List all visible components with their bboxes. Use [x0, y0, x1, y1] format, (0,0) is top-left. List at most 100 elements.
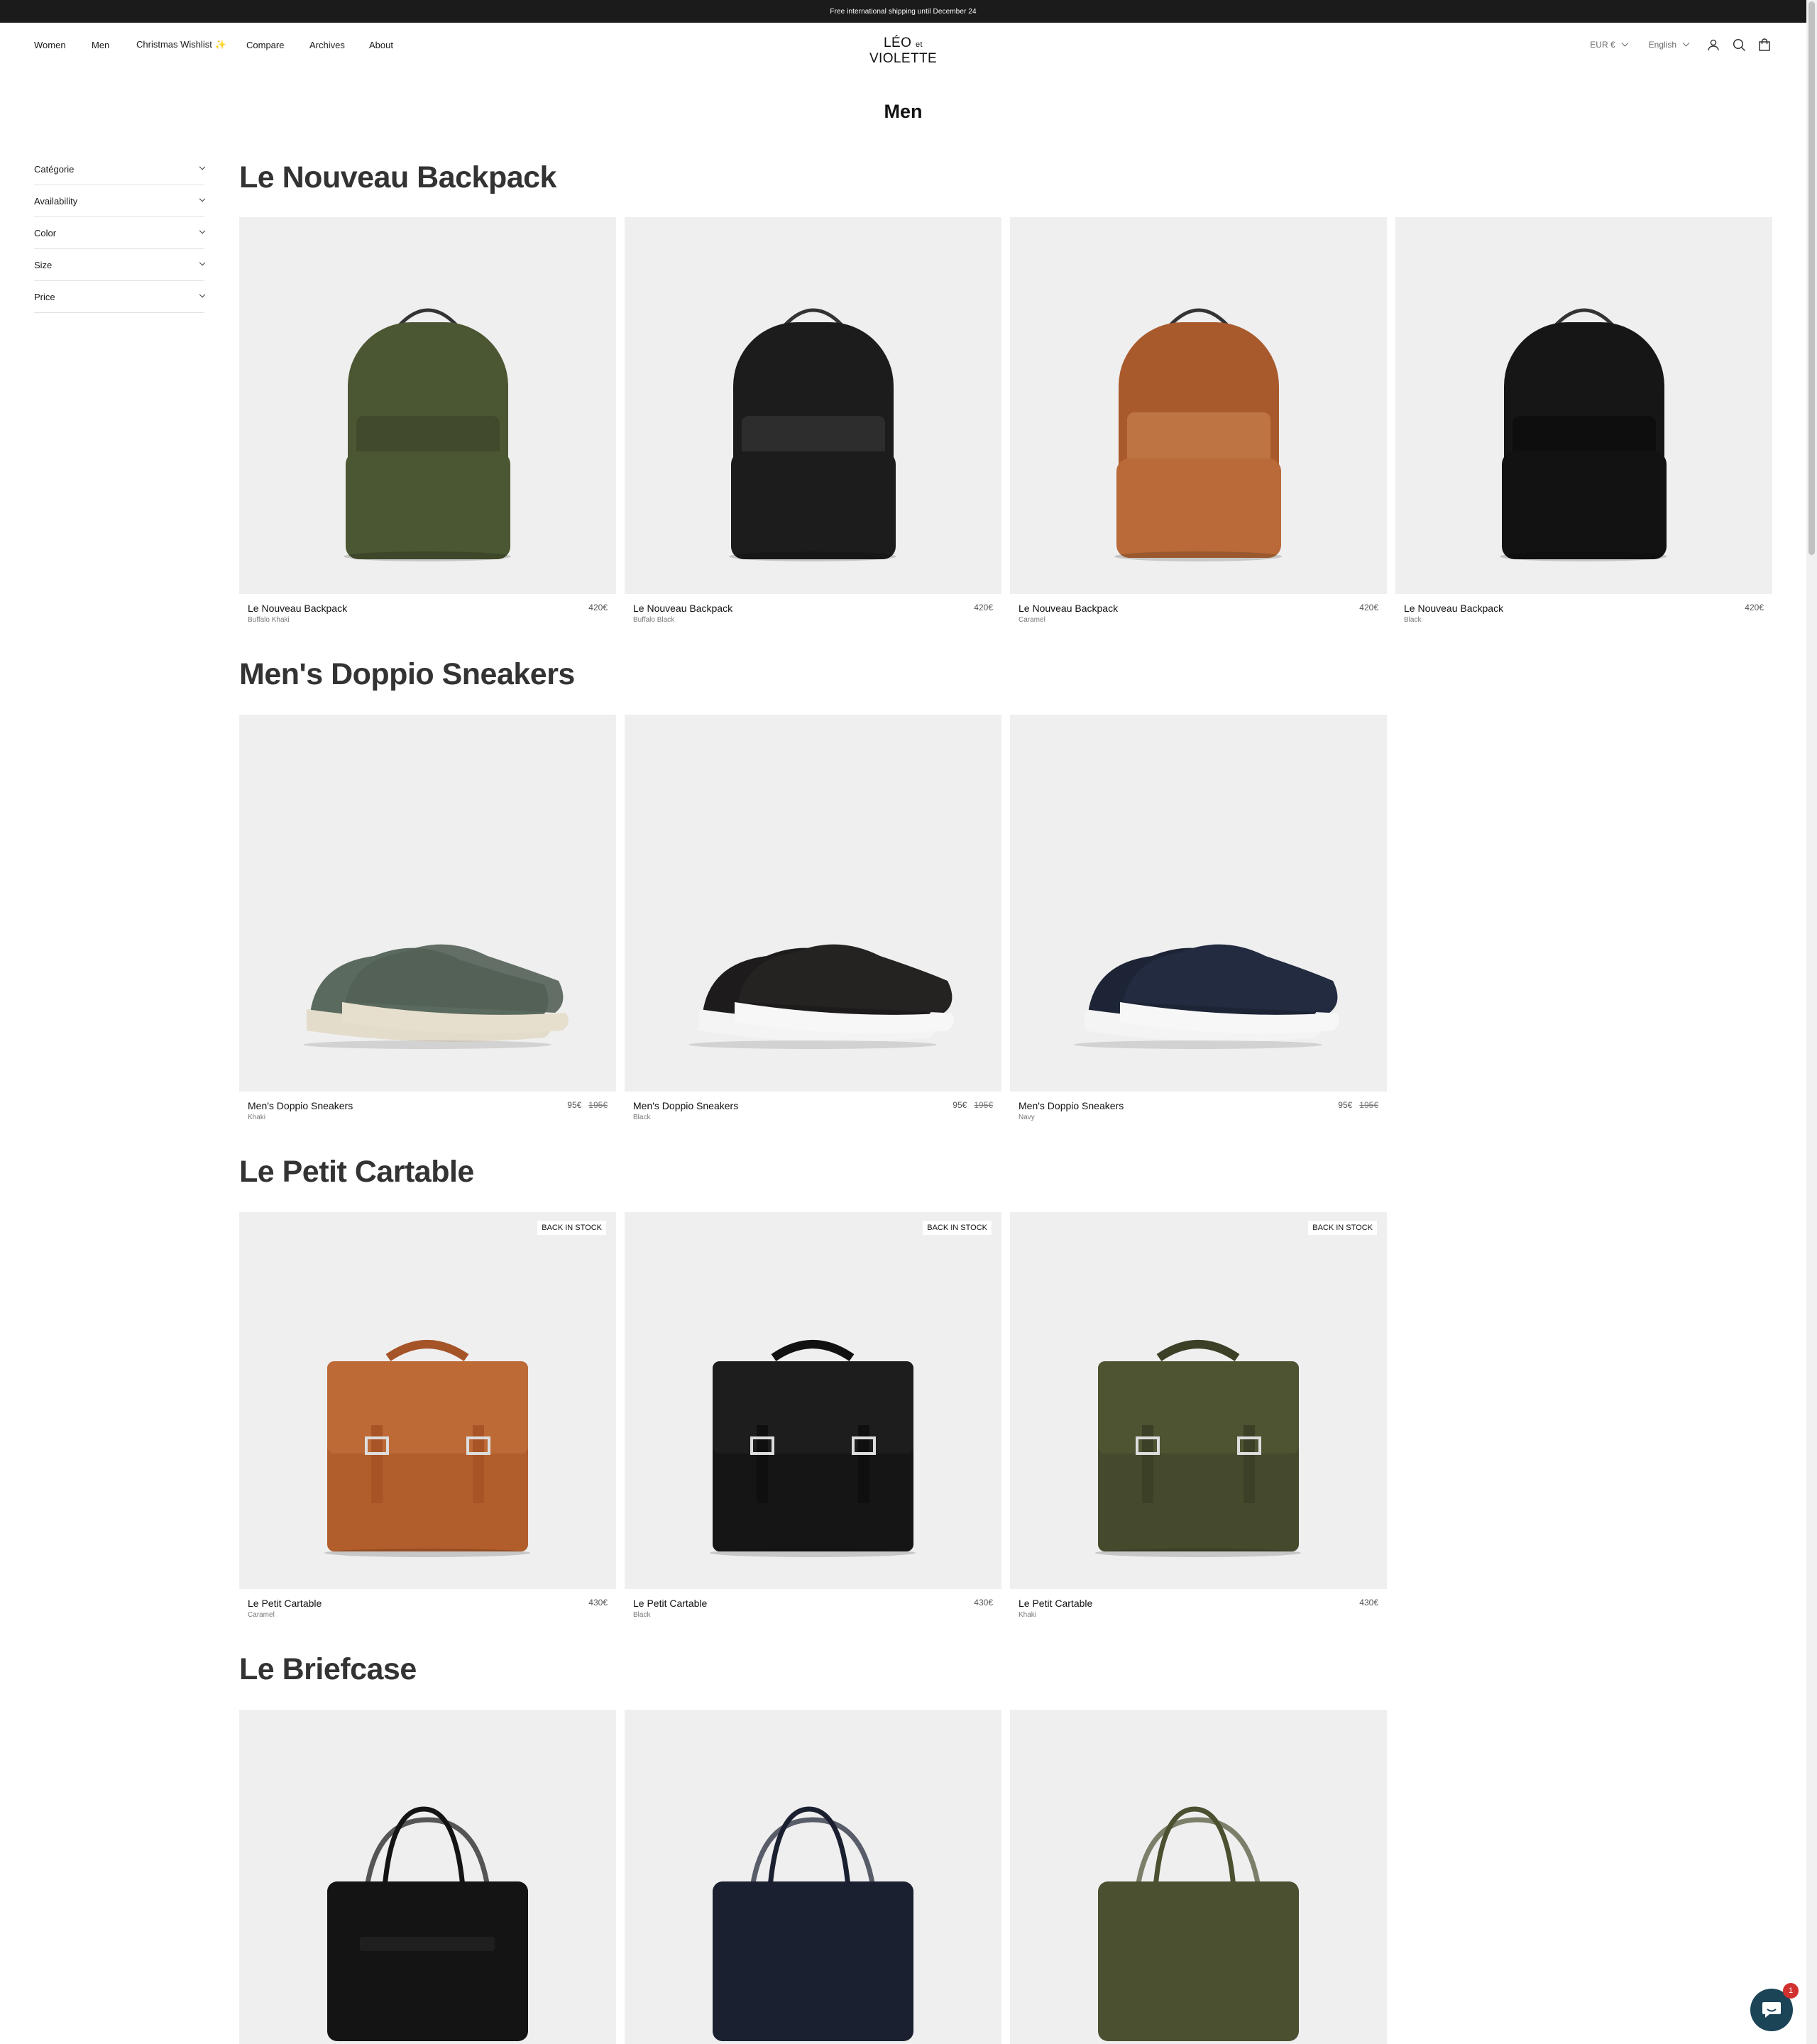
product-image[interactable]: [239, 1710, 616, 2044]
product-price: 430€: [588, 1598, 608, 1608]
product-card[interactable]: Men's Doppio Sneakers Black 95€ 195€: [625, 715, 1001, 1128]
collection-title-backpack[interactable]: Le Nouveau Backpack: [239, 160, 556, 195]
nav-about[interactable]: About: [369, 40, 393, 50]
currency-selector[interactable]: EUR €: [1590, 39, 1629, 50]
product-image[interactable]: [239, 715, 616, 1092]
filter-size[interactable]: Size: [34, 249, 206, 281]
main-nav: Women Men Christmas Wishlist ✨ Compare A…: [34, 23, 393, 67]
product-price-wrap: 420€: [1745, 603, 1764, 612]
chat-bubble-icon: [1762, 2002, 1781, 2018]
product-price: 95€: [567, 1100, 582, 1110]
product-card[interactable]: BACK IN STOCK Le Petit Cartable Black 43…: [625, 1212, 1001, 1626]
satchel-image: [710, 1340, 916, 1557]
cart-icon[interactable]: [1757, 37, 1772, 53]
product-card[interactable]: BACK IN STOCK Le Petit Cartable Caramel …: [239, 1212, 616, 1626]
product-name[interactable]: Le Nouveau Backpack: [1404, 603, 1764, 614]
announcement-bar: Free international shipping until Decemb…: [0, 0, 1806, 23]
collection-title-cartable[interactable]: Le Petit Cartable: [239, 1155, 474, 1189]
account-icon[interactable]: [1706, 37, 1721, 53]
product-name[interactable]: Le Nouveau Backpack: [1019, 603, 1378, 614]
nav-compare[interactable]: Compare: [246, 40, 309, 50]
briefcase-image: [1098, 1806, 1299, 2041]
product-price: 420€: [1359, 603, 1378, 612]
filter-price[interactable]: Price: [34, 281, 206, 313]
product-image[interactable]: [239, 217, 616, 594]
product-name[interactable]: Men's Doppio Sneakers: [1019, 1100, 1378, 1111]
page-scrollbar[interactable]: [1806, 0, 1817, 2044]
page-title: Men: [884, 101, 923, 122]
filter-availability[interactable]: Availability: [34, 185, 206, 217]
product-image[interactable]: [1010, 1710, 1387, 2044]
filter-label: Availability: [34, 195, 78, 207]
filter-category[interactable]: Catégorie: [34, 153, 206, 185]
logo-text-leo: LÉO: [884, 35, 912, 50]
product-name[interactable]: Le Petit Cartable: [1019, 1598, 1378, 1609]
back-in-stock-badge: BACK IN STOCK: [1308, 1221, 1377, 1235]
product-image[interactable]: BACK IN STOCK: [625, 1212, 1001, 1589]
scrollbar-thumb[interactable]: [1808, 1, 1815, 555]
chevron-down-icon: [199, 163, 206, 170]
product-image[interactable]: [1010, 217, 1387, 594]
product-compare-price: 195€: [974, 1100, 993, 1110]
nav-christmas-wishlist[interactable]: Christmas Wishlist ✨: [136, 39, 246, 50]
product-variant: Black: [633, 1611, 651, 1619]
backpack-image: [1114, 308, 1282, 561]
chevron-down-icon: [1682, 39, 1690, 47]
product-image[interactable]: BACK IN STOCK: [1010, 1212, 1387, 1589]
product-variant: Buffalo Khaki: [248, 616, 290, 624]
product-card[interactable]: Le Nouveau Backpack Buffalo Khaki 420€: [239, 217, 616, 631]
product-name[interactable]: Men's Doppio Sneakers: [248, 1100, 608, 1111]
nav-archives[interactable]: Archives: [309, 40, 369, 50]
product-name[interactable]: Le Petit Cartable: [248, 1598, 608, 1609]
product-image[interactable]: [625, 1710, 1001, 2044]
search-icon[interactable]: [1731, 37, 1747, 53]
product-card[interactable]: [1010, 1710, 1387, 2044]
product-image[interactable]: [1010, 715, 1387, 1092]
collection-title-briefcase[interactable]: Le Briefcase: [239, 1652, 417, 1687]
language-selector[interactable]: English: [1649, 39, 1690, 50]
product-name[interactable]: Le Nouveau Backpack: [633, 603, 993, 614]
product-name[interactable]: Men's Doppio Sneakers: [633, 1100, 993, 1111]
product-price: 95€: [953, 1100, 967, 1110]
product-card[interactable]: Men's Doppio Sneakers Khaki 95€ 195€: [239, 715, 616, 1128]
logo-text-et: et: [915, 40, 923, 49]
logo-text-violette: VIOLETTE: [869, 51, 938, 66]
product-image[interactable]: [1395, 217, 1772, 594]
product-image[interactable]: BACK IN STOCK: [239, 1212, 616, 1589]
site-logo[interactable]: LÉO et VIOLETTE: [852, 35, 955, 67]
chevron-down-icon: [199, 259, 206, 266]
product-name[interactable]: Le Petit Cartable: [633, 1598, 993, 1609]
site-header: Women Men Christmas Wishlist ✨ Compare A…: [0, 23, 1806, 67]
product-price-wrap: 420€: [974, 603, 993, 612]
product-card[interactable]: Le Nouveau Backpack Black 420€: [1395, 217, 1772, 631]
product-meta: Le Nouveau Backpack Black 420€: [1395, 594, 1772, 631]
nav-men[interactable]: Men: [92, 40, 136, 50]
currency-label: EUR €: [1590, 40, 1615, 50]
product-image[interactable]: [625, 217, 1001, 594]
product-meta: Le Nouveau Backpack Buffalo Khaki 420€: [239, 594, 616, 631]
product-card[interactable]: Le Nouveau Backpack Buffalo Black 420€: [625, 217, 1001, 631]
product-price: 420€: [588, 603, 608, 612]
product-card[interactable]: [625, 1710, 1001, 2044]
product-image[interactable]: [625, 715, 1001, 1092]
nav-women[interactable]: Women: [34, 40, 92, 50]
collection-title-sneakers[interactable]: Men's Doppio Sneakers: [239, 657, 575, 692]
product-card[interactable]: Men's Doppio Sneakers Navy 95€ 195€: [1010, 715, 1387, 1128]
product-variant: Khaki: [1019, 1611, 1037, 1619]
product-card[interactable]: Le Nouveau Backpack Caramel 420€: [1010, 217, 1387, 631]
header-utilities: EUR € English: [1590, 23, 1772, 67]
product-price-wrap: 420€: [588, 603, 608, 612]
chevron-down-icon: [199, 227, 206, 234]
product-name[interactable]: Le Nouveau Backpack: [248, 603, 608, 614]
product-variant: Black: [1404, 616, 1422, 624]
product-price-wrap: 95€ 195€: [1338, 1100, 1378, 1110]
filter-label: Price: [34, 291, 55, 302]
product-card[interactable]: BACK IN STOCK Le Petit Cartable Khaki 43…: [1010, 1212, 1387, 1626]
filter-color[interactable]: Color: [34, 217, 206, 249]
briefcase-image: [713, 1806, 913, 2041]
product-meta: Men's Doppio Sneakers Black 95€ 195€: [625, 1092, 1001, 1128]
product-card[interactable]: [239, 1710, 616, 2044]
product-price-wrap: 95€ 195€: [953, 1100, 993, 1110]
product-variant: Khaki: [248, 1114, 266, 1121]
product-variant: Caramel: [1019, 616, 1045, 624]
